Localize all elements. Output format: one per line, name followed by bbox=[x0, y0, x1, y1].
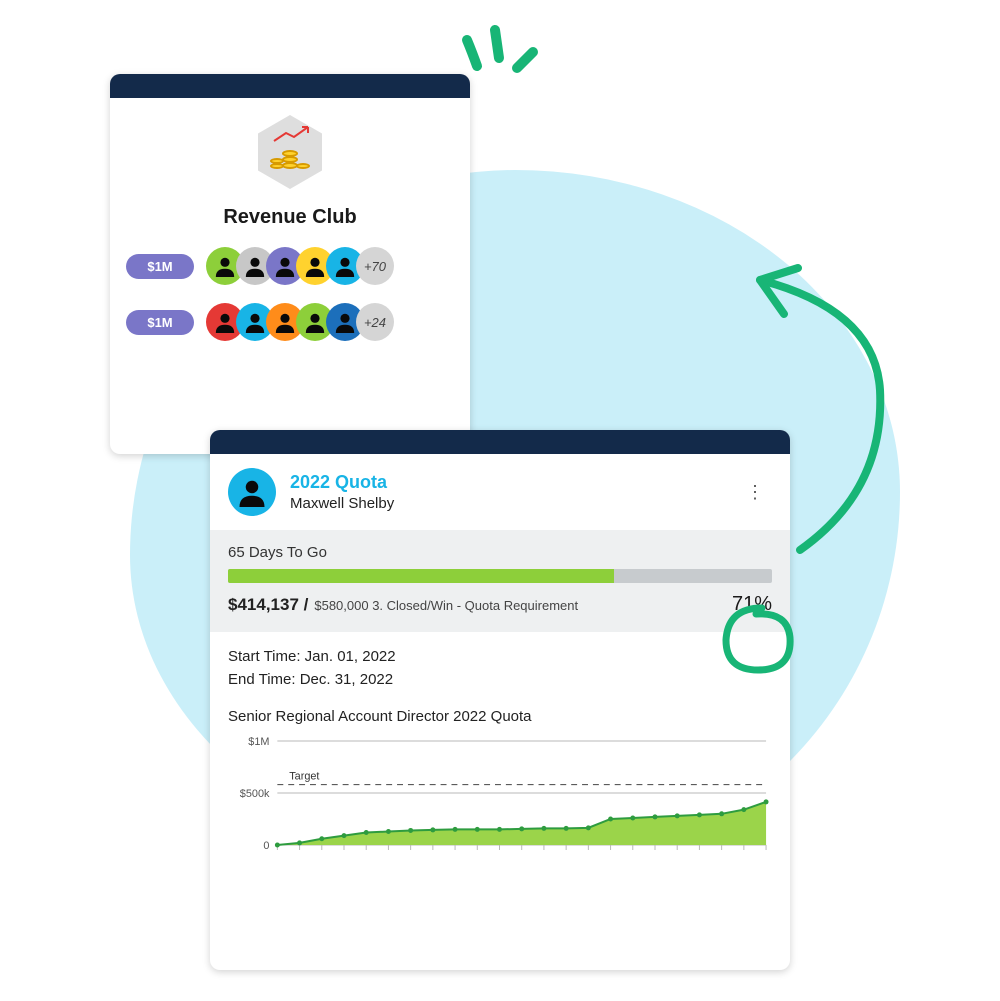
revenue-club-title: Revenue Club bbox=[223, 206, 356, 229]
avatar-group: +24 bbox=[206, 303, 394, 341]
avatar-more-count[interactable]: +24 bbox=[356, 303, 394, 341]
svg-text:$500k: $500k bbox=[240, 788, 270, 800]
avatar-group: +70 bbox=[206, 247, 394, 285]
days-to-go: 65 Days To Go bbox=[228, 544, 772, 561]
progress-amount: $414,137 / bbox=[228, 595, 308, 615]
tier-row: $1M +24 bbox=[110, 303, 470, 341]
badge-hexagon-icon bbox=[250, 112, 330, 192]
chart-title: Senior Regional Account Director 2022 Qu… bbox=[210, 694, 790, 729]
kebab-menu-icon[interactable]: ⋮ bbox=[738, 478, 772, 507]
start-time: Start Time: Jan. 01, 2022 bbox=[228, 648, 772, 665]
quota-card: 2022 Quota Maxwell Shelby ⋮ 65 Days To G… bbox=[210, 430, 790, 970]
avatar-more-count[interactable]: +70 bbox=[356, 247, 394, 285]
tier-pill[interactable]: $1M bbox=[126, 254, 194, 279]
svg-text:$1M: $1M bbox=[248, 736, 269, 748]
tier-row: $1M +70 bbox=[110, 247, 470, 285]
quota-title[interactable]: 2022 Quota bbox=[290, 472, 394, 493]
trend-up-icon bbox=[272, 125, 314, 145]
coin-stack-icon bbox=[270, 135, 310, 169]
quota-chart: $1M $500k 0 Target bbox=[210, 729, 790, 873]
tier-pill[interactable]: $1M bbox=[126, 310, 194, 335]
progress-block: 65 Days To Go $414,137 / $580,000 3. Clo… bbox=[210, 530, 790, 632]
user-avatar-icon[interactable] bbox=[228, 468, 276, 516]
progress-bar-fill bbox=[228, 569, 614, 583]
svg-text:Target: Target bbox=[289, 771, 319, 783]
sparkle-icon bbox=[455, 22, 545, 92]
quota-person: Maxwell Shelby bbox=[290, 495, 394, 512]
svg-text:0: 0 bbox=[263, 840, 269, 852]
progress-bar bbox=[228, 569, 772, 583]
revenue-club-card: Revenue Club $1M +70 $1M +24 bbox=[110, 74, 470, 454]
circle-annotation-icon bbox=[716, 600, 800, 680]
end-time: End Time: Dec. 31, 2022 bbox=[228, 671, 772, 688]
card-titlebar bbox=[210, 430, 790, 454]
progress-detail: $580,000 3. Closed/Win - Quota Requireme… bbox=[314, 598, 578, 613]
card-titlebar bbox=[110, 74, 470, 98]
